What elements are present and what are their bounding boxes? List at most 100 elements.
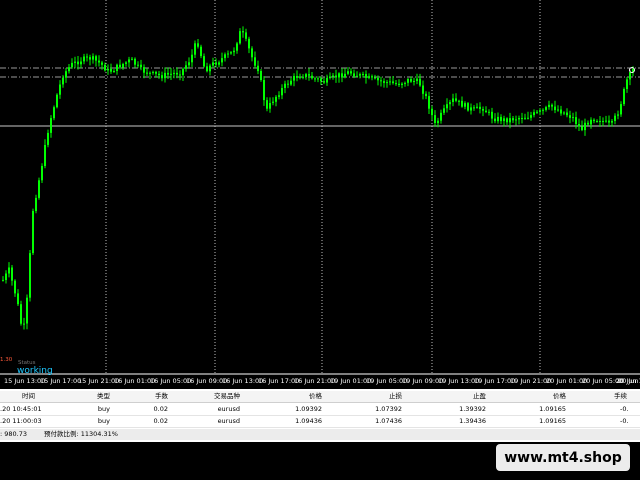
table-row[interactable]: .20 11:00:03 buy 0.02 eurusd 1.09436 1.0…: [0, 416, 640, 428]
candle-body: [14, 280, 16, 294]
candle-body: [77, 61, 79, 65]
candle-body: [362, 74, 364, 75]
col-price[interactable]: 价格: [300, 391, 322, 402]
candle-body: [227, 53, 229, 55]
candle-body: [491, 111, 493, 119]
candle-body: [284, 83, 286, 88]
candle-body: [626, 79, 628, 89]
candle-body: [41, 166, 43, 181]
candle-body: [539, 110, 541, 112]
candle-body: [239, 31, 241, 44]
candle-body: [176, 72, 178, 75]
candle-body: [323, 81, 325, 83]
candle-body: [98, 60, 100, 63]
table-row[interactable]: .20 10:45:01 buy 0.02 eurusd 1.09392 1.0…: [0, 404, 640, 416]
col-type[interactable]: 类型: [90, 391, 110, 402]
candle-body: [566, 112, 568, 116]
candle-body: [383, 81, 385, 83]
candle-body: [137, 64, 139, 66]
candle-body: [422, 85, 424, 94]
candle-body: [329, 76, 331, 78]
candle-body: [74, 61, 76, 63]
candle-body: [47, 132, 49, 145]
candle-body: [71, 62, 73, 68]
col-commission[interactable]: 手续: [614, 391, 640, 402]
candle-body: [344, 73, 346, 78]
candle-body: [314, 78, 316, 80]
candle-body: [293, 76, 295, 81]
candle-body: [431, 108, 433, 116]
candle-body: [512, 118, 514, 121]
candle-body: [359, 74, 361, 76]
candle-body: [332, 75, 334, 77]
candle-body: [449, 102, 451, 105]
cell-type: buy: [97, 405, 110, 413]
candle-body: [485, 110, 487, 112]
col-symbol[interactable]: 交易品种: [200, 391, 240, 402]
col-tp[interactable]: 止盈: [464, 391, 486, 402]
candle-body: [299, 76, 301, 78]
cell-sl: 1.07392: [375, 405, 402, 413]
cell-type: buy: [97, 417, 110, 425]
candle-body: [536, 111, 538, 113]
candle-body: [530, 115, 532, 118]
candle-body: [599, 121, 601, 122]
candle-body: [614, 115, 616, 121]
candle-body: [425, 93, 427, 97]
candle-body: [401, 83, 403, 85]
candle-body: [236, 43, 238, 51]
cell-tp: 1.39392: [459, 405, 486, 413]
candle-body: [551, 104, 553, 107]
candle-body: [263, 80, 265, 101]
candle-body: [419, 78, 421, 86]
candle-body: [515, 119, 517, 121]
candle-body: [404, 82, 406, 84]
candle-body: [302, 76, 304, 78]
col-sl[interactable]: 止损: [380, 391, 402, 402]
col-current-price[interactable]: 价格: [544, 391, 566, 402]
candle-body: [407, 79, 409, 83]
candle-body: [107, 68, 109, 71]
col-lots[interactable]: 手数: [148, 391, 168, 402]
candle-body: [185, 65, 187, 69]
table-header: 时间 类型 手数 交易品种 价格 止损 止盈 价格 手续: [0, 391, 640, 403]
candle-body: [8, 267, 10, 274]
watermark-badge: www.mt4.shop: [496, 444, 630, 471]
candle-body: [155, 71, 157, 74]
candle-body: [161, 75, 163, 79]
candle-body: [248, 38, 250, 49]
account-summary[interactable]: : 980.73 预付款比例: 11304.31%: [0, 429, 640, 440]
candle-body: [266, 100, 268, 109]
candle-body: [119, 64, 121, 68]
candle-body: [371, 76, 373, 78]
candle-body: [86, 56, 88, 58]
candle-body: [221, 58, 223, 63]
candle-body: [296, 76, 298, 78]
candle-body: [434, 115, 436, 123]
candle-body: [509, 118, 511, 123]
candle-body: [398, 83, 400, 85]
price-chart[interactable]: 15 Jun 13:00 15 Jun 17:00 15 Jun 21:00 16 J…: [0, 0, 640, 388]
candle-body: [437, 120, 439, 124]
col-time[interactable]: 时间: [22, 391, 38, 402]
candle-body: [29, 253, 31, 298]
candle-body: [368, 76, 370, 78]
cell-time: .20 10:45:01: [0, 405, 42, 413]
candle-body: [392, 81, 394, 84]
cell-tp: 1.39436: [459, 417, 486, 425]
candlestick-chart[interactable]: [0, 0, 640, 388]
candle-body: [92, 56, 94, 60]
candle-body: [455, 98, 457, 101]
candle-body: [17, 293, 19, 305]
candle-body: [548, 104, 550, 108]
candle-body: [308, 74, 310, 76]
candle-body: [554, 106, 556, 111]
candle-body: [305, 74, 307, 77]
candle-body: [356, 75, 358, 77]
candle-body: [224, 54, 226, 59]
candle-body: [440, 112, 442, 121]
candle-body: [581, 126, 583, 131]
candle-body: [65, 71, 67, 78]
candle-body: [518, 118, 520, 120]
candle-body: [134, 58, 136, 65]
